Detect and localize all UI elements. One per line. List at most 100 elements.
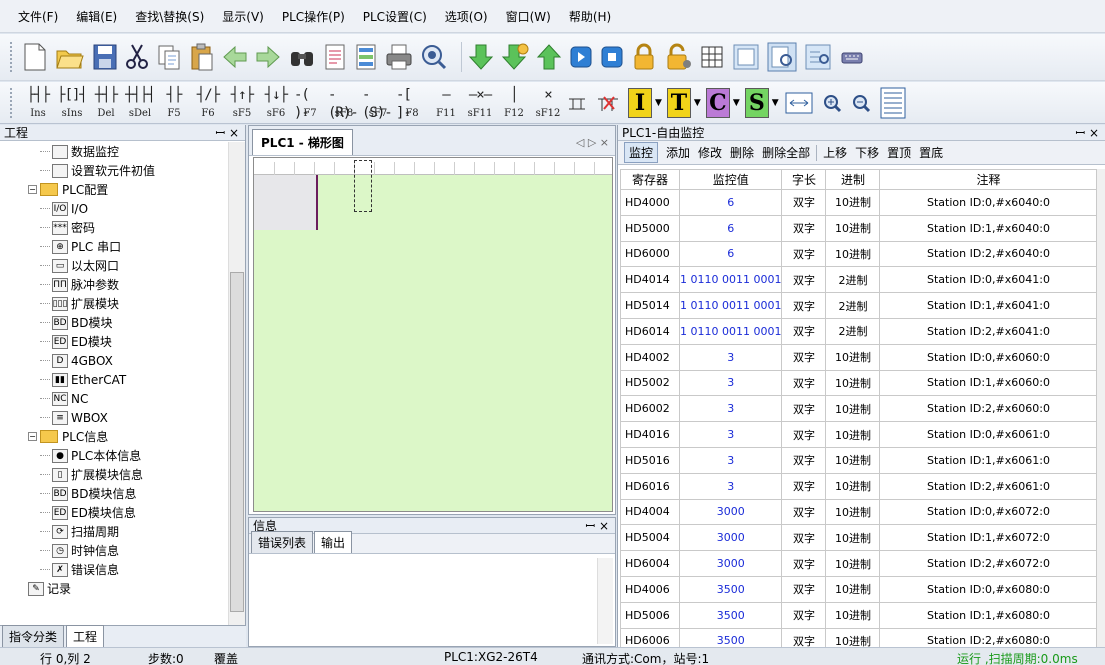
ladder-key-button[interactable]: ┤/├ F6 — [192, 86, 224, 120]
monitor-grid-icon[interactable] — [699, 42, 725, 72]
tree-item-folder[interactable]: − PLC配置 — [0, 180, 228, 199]
table-row[interactable]: HD6014 1 0110 0011 0001 双字 2进制 Station ID:2,… — [620, 317, 1098, 345]
monitor-value-cell[interactable]: 3000 — [678, 498, 783, 526]
tab-nav-close-controls[interactable]: ◁ ▷ × — [576, 136, 609, 149]
menu-item[interactable]: 窗口(W) — [506, 8, 551, 25]
scrollbar-thumb[interactable] — [230, 272, 244, 612]
ladder-key-button[interactable]: —×— sF11 — [464, 86, 496, 120]
table-row[interactable]: HD4004 3000 双字 10进制 Station ID:0,#x6072:0 — [620, 498, 1098, 526]
ladder-key-button[interactable]: -(R)- sF8 — [328, 86, 360, 121]
ladder-canvas[interactable] — [253, 157, 613, 512]
ladder-key-button[interactable]: ┤↑├ sF5 — [226, 86, 258, 120]
table-row[interactable]: HD6000 6 双字 10进制 Station ID:2,#x6040:0 — [620, 240, 1098, 268]
tree-item-password[interactable]: *** 密码 — [0, 218, 228, 237]
print-icon[interactable] — [385, 42, 413, 72]
tree-item-nc[interactable]: NC NC — [0, 389, 228, 408]
table-row[interactable]: HD6002 3 双字 10进制 Station ID:2,#x6060:0 — [620, 395, 1098, 423]
tree-item-io[interactable]: I/O I/O — [0, 199, 228, 218]
ladder-key-button[interactable]: │ F12 — [498, 86, 530, 120]
monitor-value-cell[interactable]: 6 — [678, 214, 783, 242]
dropdown-arrow-icon[interactable]: ▼ — [733, 98, 740, 108]
menu-item[interactable]: 帮助(H) — [569, 8, 611, 25]
project-tree-scrollbar[interactable] — [228, 142, 245, 625]
ladder-key-button[interactable]: ┼┤├┤ sDel — [124, 86, 156, 120]
table-row[interactable]: HD5006 3500 双字 10进制 Station ID:1,#x6080:0 — [620, 601, 1098, 629]
back-arrow-icon[interactable] — [222, 42, 248, 72]
tree-item-serial-port[interactable]: ⊕ PLC 串口 — [0, 237, 228, 256]
tree-item-scan-cycle[interactable]: ⟳ 扫描周期 — [0, 522, 228, 541]
run-icon[interactable] — [569, 42, 593, 72]
tree-item-wbox[interactable]: ≡ WBOX — [0, 408, 228, 427]
menu-item[interactable]: 文件(F) — [18, 8, 58, 25]
tree-item-clock[interactable]: ◷ 时钟信息 — [0, 541, 228, 560]
monitor-btn[interactable]: 置底 — [919, 144, 943, 161]
save-icon[interactable] — [92, 42, 118, 72]
table-row[interactable]: HD4000 6 双字 10进制 Station ID:0,#x6040:0 — [620, 189, 1098, 216]
paste-icon[interactable] — [189, 42, 215, 72]
expand-toggle-icon[interactable]: − — [28, 185, 37, 194]
ladder-key-button[interactable]: — F11 — [430, 86, 462, 120]
zoom-out-icon[interactable] — [850, 88, 872, 118]
ladder-edit-icon[interactable] — [767, 42, 797, 72]
panel-pin-close-icon[interactable]: ꟷ × — [585, 517, 609, 534]
menu-item[interactable]: PLC设置(C) — [363, 8, 427, 25]
monitor-btn[interactable]: 添加 — [666, 144, 690, 161]
ladder-key-button[interactable]: ┤├ F5 — [158, 86, 190, 120]
ladder-view-icon[interactable] — [732, 42, 760, 72]
tree-item-bd-module[interactable]: BD BD模块 — [0, 313, 228, 332]
instruction-list-icon[interactable] — [804, 42, 832, 72]
monitor-value-cell[interactable]: 3 — [678, 472, 783, 500]
monitor-btn[interactable]: 删除 — [730, 144, 754, 161]
ladder-key-button[interactable]: -( )- F7 — [294, 86, 326, 121]
monitor-value-cell[interactable]: 3 — [678, 446, 783, 474]
copy-icon[interactable] — [156, 42, 182, 72]
ladder-key-button[interactable]: × sF12 — [532, 86, 564, 120]
tree-item-extension[interactable]: ▯▯▯ 扩展模块 — [0, 294, 228, 313]
tree-item-ed-info[interactable]: ED ED模块信息 — [0, 503, 228, 522]
tree-item-data-monitor[interactable]: 数据监控 — [0, 142, 228, 161]
forward-arrow-icon[interactable] — [255, 42, 281, 72]
tree-item-ed-module[interactable]: ED ED模块 — [0, 332, 228, 351]
monitor-value-cell[interactable]: 3 — [678, 421, 783, 448]
ladder-key-button[interactable]: -[ ]- F8 — [396, 86, 428, 121]
new-file-icon[interactable] — [22, 42, 48, 72]
dropdown-arrow-icon[interactable]: ▼ — [772, 98, 779, 108]
open-folder-icon[interactable] — [55, 42, 85, 72]
tab-error-list[interactable]: 错误列表 — [251, 531, 314, 553]
tab-project[interactable]: 工程 — [66, 625, 105, 647]
upload-arrow-icon[interactable] — [536, 42, 562, 72]
menu-item[interactable]: 编辑(E) — [76, 8, 117, 25]
letter-button[interactable]: S — [744, 87, 769, 118]
tab-output[interactable]: 输出 — [314, 531, 353, 553]
table-row[interactable]: HD4002 3 双字 10进制 Station ID:0,#x6060:0 — [620, 343, 1098, 371]
ladder-key-button[interactable]: -(S)- sF7 — [362, 86, 394, 121]
dropdown-arrow-icon[interactable]: ▼ — [694, 98, 701, 108]
toolbar-grip[interactable] — [10, 42, 14, 72]
monitor-value-cell[interactable]: 1 0110 0011 0001 — [678, 292, 783, 319]
monitor-value-cell[interactable]: 1 0110 0011 0001 — [678, 317, 783, 345]
table-row[interactable]: HD5014 1 0110 0011 0001 双字 2进制 Station ID:1,… — [620, 292, 1098, 319]
monitor-btn[interactable]: 下移 — [855, 144, 879, 161]
lock-icon[interactable] — [631, 42, 657, 72]
monitor-btn[interactable]: 删除全部 — [762, 144, 810, 161]
zoom-in-icon[interactable] — [821, 88, 843, 118]
monitor-value-cell[interactable]: 3500 — [678, 575, 783, 603]
menu-item[interactable]: 查找\替换(S) — [135, 8, 204, 25]
tree-item-pulse[interactable]: ΠΠ 脉冲参数 — [0, 275, 228, 294]
menu-item[interactable]: 选项(O) — [445, 8, 488, 25]
monitor-value-cell[interactable]: 3 — [678, 369, 783, 397]
tree-item-folder[interactable]: − PLC信息 — [0, 427, 228, 446]
letter-button[interactable]: C — [705, 87, 730, 118]
keyboard-icon[interactable] — [839, 42, 865, 72]
letter-button[interactable]: T — [666, 87, 691, 118]
table-row[interactable]: HD4016 3 双字 10进制 Station ID:0,#x6061:0 — [620, 421, 1098, 448]
ladder-key-button[interactable]: ├[]┤ sIns — [56, 86, 88, 120]
table-row[interactable]: HD6016 3 双字 10进制 Station ID:2,#x6061:0 — [620, 472, 1098, 500]
monitor-scrollbar[interactable] — [1097, 169, 1105, 647]
list-view-icon[interactable] — [354, 42, 378, 72]
stop-icon[interactable] — [600, 42, 624, 72]
download-arrow-icon[interactable] — [468, 42, 494, 72]
monitor-value-cell[interactable]: 3500 — [678, 601, 783, 629]
letter-button[interactable]: I — [628, 87, 652, 118]
table-row[interactable]: HD5000 6 双字 10进制 Station ID:1,#x6040:0 — [620, 214, 1098, 242]
